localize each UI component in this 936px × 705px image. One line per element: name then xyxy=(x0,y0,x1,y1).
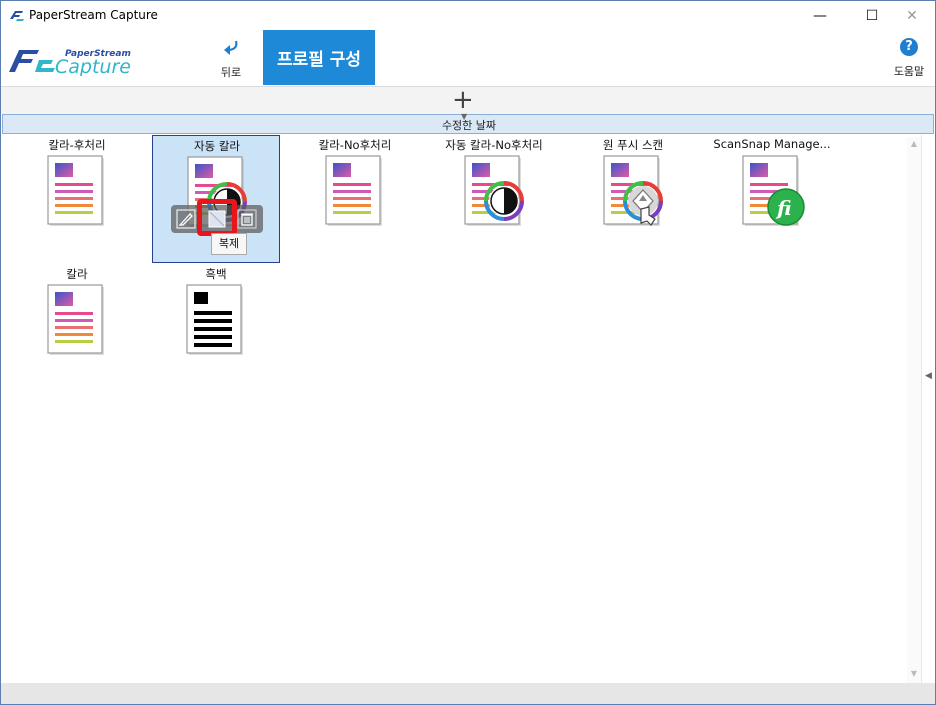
app-header: PaperStream Capture 뒤로 프로필 구성 ? 도움말 xyxy=(1,30,935,86)
add-profile-button[interactable]: + xyxy=(452,87,474,115)
scroll-down-icon[interactable]: ▼ xyxy=(907,669,921,678)
profile-tile[interactable]: ScanSnap Manage... fi xyxy=(708,135,836,263)
sort-label: 수정한 날짜 xyxy=(441,119,497,132)
side-panel-toggle[interactable]: ◀ xyxy=(921,135,935,683)
profile-tile-label: 칼라-후처리 xyxy=(48,138,106,152)
profile-tile-label: 흑백 xyxy=(205,267,227,281)
status-bar xyxy=(1,683,935,704)
minimize-button[interactable]: — xyxy=(797,1,843,30)
scansnap-fi-icon: fi xyxy=(742,155,805,226)
profile-tile[interactable]: 원 푸시 스캔 xyxy=(569,135,697,263)
bw-doc-icon xyxy=(186,284,243,355)
paperstream-app-icon xyxy=(10,11,24,21)
profile-tile-label: 자동 칼라-No후처리 xyxy=(445,138,543,152)
copy-button-highlight xyxy=(197,199,237,236)
profile-tile[interactable]: 칼라-후처리 xyxy=(13,135,141,263)
window-title: PaperStream Capture xyxy=(29,8,158,22)
copy-tooltip: 복제 xyxy=(211,233,247,255)
tab-profile-config[interactable]: 프로필 구성 xyxy=(263,30,375,85)
add-profile-bar: + xyxy=(1,86,935,114)
back-label: 뒤로 xyxy=(220,66,242,79)
profile-tile[interactable]: 자동 칼라-No후처리 xyxy=(430,135,558,263)
close-icon: ✕ xyxy=(906,7,918,24)
scroll-up-icon[interactable]: ▲ xyxy=(907,139,921,148)
back-arrow-icon xyxy=(224,40,238,55)
paperstream-capture-logo: PaperStream Capture xyxy=(9,49,131,76)
help-icon: ? xyxy=(900,38,918,56)
auto-color-doc-icon xyxy=(464,155,524,226)
edit-icon[interactable] xyxy=(176,209,196,229)
delete-icon[interactable] xyxy=(237,209,257,229)
logo-text-bottom: Capture xyxy=(55,56,131,76)
close-button[interactable]: ✕ xyxy=(889,1,935,30)
svg-text:fi: fi xyxy=(775,196,792,220)
profile-tile-label: 칼라-No후처리 xyxy=(318,138,392,152)
chevron-left-icon: ◀ xyxy=(925,371,932,381)
color-doc-icon xyxy=(47,284,104,355)
maximize-icon: ☐ xyxy=(865,7,879,24)
back-button[interactable]: 뒤로 xyxy=(213,38,249,82)
profile-tile[interactable]: 흑백 xyxy=(152,264,280,392)
title-bar: PaperStream Capture — ☐ ✕ xyxy=(1,1,935,30)
sort-header[interactable]: ▼ 수정한 날짜 xyxy=(2,112,934,134)
one-push-scan-icon xyxy=(603,155,663,226)
color-doc-icon xyxy=(47,155,104,226)
help-label: 도움말 xyxy=(893,65,925,78)
help-button[interactable]: ? 도움말 xyxy=(887,38,931,82)
profile-tile[interactable]: 칼라 xyxy=(13,264,141,392)
minimize-icon: — xyxy=(813,7,827,24)
app-window: PaperStream Capture — ☐ ✕ PaperStream Ca… xyxy=(0,0,936,705)
profile-tile-label: 원 푸시 스캔 xyxy=(602,138,664,152)
color-doc-icon xyxy=(325,155,382,226)
profile-tile-label: ScanSnap Manage... xyxy=(713,137,831,151)
vertical-scrollbar[interactable]: ▲ ▼ xyxy=(907,137,921,683)
profile-tile[interactable]: 칼라-No후처리 xyxy=(291,135,419,263)
profile-tile-label: 자동 칼라 xyxy=(194,139,240,153)
profile-tile-label: 칼라 xyxy=(66,267,88,281)
